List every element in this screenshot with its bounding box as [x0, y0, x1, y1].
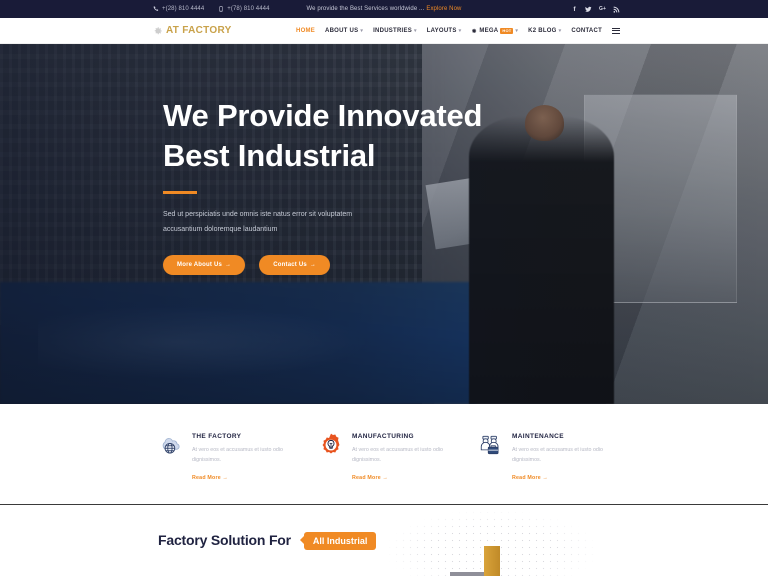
- gear-icon: [154, 26, 162, 34]
- hero-accent-rule: [163, 191, 197, 195]
- read-more-label: Read More: [192, 474, 221, 481]
- hero-description: Sed ut perspiciatis unde omnis iste natu…: [163, 211, 353, 234]
- chevron-down-icon: ▾: [458, 27, 462, 34]
- nav-label-about-us: ABOUT US: [325, 27, 359, 34]
- more-about-us-label: More About Us: [177, 261, 223, 268]
- nav-label-layouts: LAYOUTS: [426, 27, 457, 34]
- service-title: MAINTENANCE: [512, 433, 564, 440]
- solution-heading: Factory Solution For All Industrial: [158, 531, 377, 550]
- nav-item-industries[interactable]: INDUSTRIES ▾: [373, 28, 417, 34]
- factory-skyline-illustration: [372, 505, 672, 576]
- service-title: THE FACTORY: [192, 433, 242, 440]
- hero-title-line-1: We Provide Innovated: [163, 98, 483, 133]
- arrow-right-icon: →: [309, 261, 317, 268]
- site-logo[interactable]: AT FACTORY: [153, 25, 232, 36]
- arrow-right-icon: →: [225, 261, 232, 268]
- service-description: At vero eos et accusamus et iusto odio d…: [352, 447, 443, 464]
- nav-label-home: HOME: [296, 27, 315, 34]
- phone-link-1[interactable]: +(28) 810 4444: [153, 6, 204, 12]
- gear-bulb-icon: [322, 433, 340, 454]
- nav-label-contact: CONTACT: [571, 27, 602, 34]
- nav-item-about-us[interactable]: ABOUT US ▾: [325, 28, 363, 34]
- service-card-manufacturing[interactable]: MANUFACTURING At vero eos et accusamus e…: [318, 432, 478, 484]
- read-more-label: Read More: [512, 474, 541, 481]
- contact-us-button[interactable]: Contact Us →: [259, 254, 331, 275]
- social-links: f G+: [571, 6, 620, 13]
- all-industrial-badge[interactable]: All Industrial: [303, 532, 377, 550]
- service-description: At vero eos et accusamus et iusto odio d…: [512, 447, 603, 464]
- main-navigation: HOME ABOUT US ▾ INDUSTRIES ▾ LAYOUTS ▾ M…: [296, 27, 620, 34]
- hero-title: We Provide Innovated Best Industrial: [163, 96, 503, 175]
- hamburger-icon[interactable]: [612, 27, 620, 34]
- building-tower: [484, 546, 500, 576]
- phone-icon: [153, 6, 159, 11]
- read-more-link[interactable]: Read More →: [352, 475, 388, 481]
- solution-badge-wrap: All Industrial: [303, 531, 377, 550]
- phone-number-2: +(78) 810 4444: [227, 6, 270, 12]
- service-card-maintenance[interactable]: MAINTENANCE At vero eos et accusamus et …: [478, 432, 638, 484]
- twitter-icon[interactable]: [585, 6, 592, 13]
- top-bar: +(28) 810 4444 +(78) 810 4444 We provide…: [0, 0, 768, 18]
- google-plus-icon[interactable]: G+: [599, 6, 606, 13]
- nav-item-home[interactable]: HOME: [296, 28, 315, 34]
- hero-section: We Provide Innovated Best Industrial Sed…: [0, 44, 768, 404]
- site-header: AT FACTORY HOME ABOUT US ▾ INDUSTRIES ▾ …: [0, 18, 768, 44]
- nav-label-mega: MEGA: [479, 27, 499, 34]
- mobile-icon: [219, 6, 223, 12]
- logo-text: AT FACTORY: [166, 25, 232, 36]
- nav-label-k2-blog: K2 BLOG: [528, 27, 557, 34]
- read-more-link[interactable]: Read More →: [192, 475, 228, 481]
- nav-item-layouts[interactable]: LAYOUTS ▾: [427, 28, 462, 34]
- service-title: MANUFACTURING: [352, 433, 414, 440]
- cloud-globe-icon: [162, 438, 180, 454]
- nav-label-industries: INDUSTRIES: [373, 27, 412, 34]
- phone-link-2[interactable]: +(78) 810 4444: [218, 6, 269, 12]
- chevron-down-icon: ▾: [515, 27, 519, 34]
- rss-icon[interactable]: [613, 6, 620, 13]
- topbar-contacts: +(28) 810 4444 +(78) 810 4444: [153, 6, 270, 12]
- hot-badge: HOT: [500, 27, 514, 34]
- solution-title: Factory Solution For: [158, 532, 291, 548]
- contact-us-label: Contact Us: [273, 261, 307, 268]
- solution-section: Factory Solution For All Industrial: [0, 505, 768, 576]
- services-section: THE FACTORY At vero eos et accusamus et …: [0, 404, 768, 504]
- workers-briefcase-icon: [480, 435, 499, 455]
- chevron-down-icon: ▾: [558, 27, 562, 34]
- announcement-text: We provide the Best Services worldwide .…: [306, 6, 425, 12]
- gear-icon: [472, 28, 477, 33]
- read-more-link[interactable]: Read More →: [512, 475, 548, 481]
- chevron-down-icon: ▾: [413, 27, 417, 34]
- hero-content: We Provide Innovated Best Industrial Sed…: [163, 96, 503, 275]
- service-card-the-factory[interactable]: THE FACTORY At vero eos et accusamus et …: [158, 432, 318, 484]
- topbar-announcement: We provide the Best Services worldwide .…: [307, 6, 462, 12]
- explore-now-link[interactable]: Explore Now: [426, 6, 461, 12]
- service-description: At vero eos et accusamus et iusto odio d…: [192, 447, 283, 464]
- nav-item-contact[interactable]: CONTACT: [571, 28, 602, 34]
- more-about-us-button[interactable]: More About Us →: [163, 254, 246, 275]
- chevron-down-icon: ▾: [360, 27, 364, 34]
- nav-item-mega[interactable]: MEGA HOT ▾: [471, 27, 519, 34]
- hero-buttons: More About Us → Contact Us →: [163, 254, 503, 275]
- hero-title-line-2: Best Industrial: [163, 137, 376, 173]
- phone-number-1: +(28) 810 4444: [162, 6, 205, 12]
- nav-item-k2-blog[interactable]: K2 BLOG ▾: [528, 28, 561, 34]
- building-red-roof: [450, 572, 484, 576]
- facebook-icon[interactable]: f: [571, 6, 578, 13]
- read-more-label: Read More: [352, 474, 381, 481]
